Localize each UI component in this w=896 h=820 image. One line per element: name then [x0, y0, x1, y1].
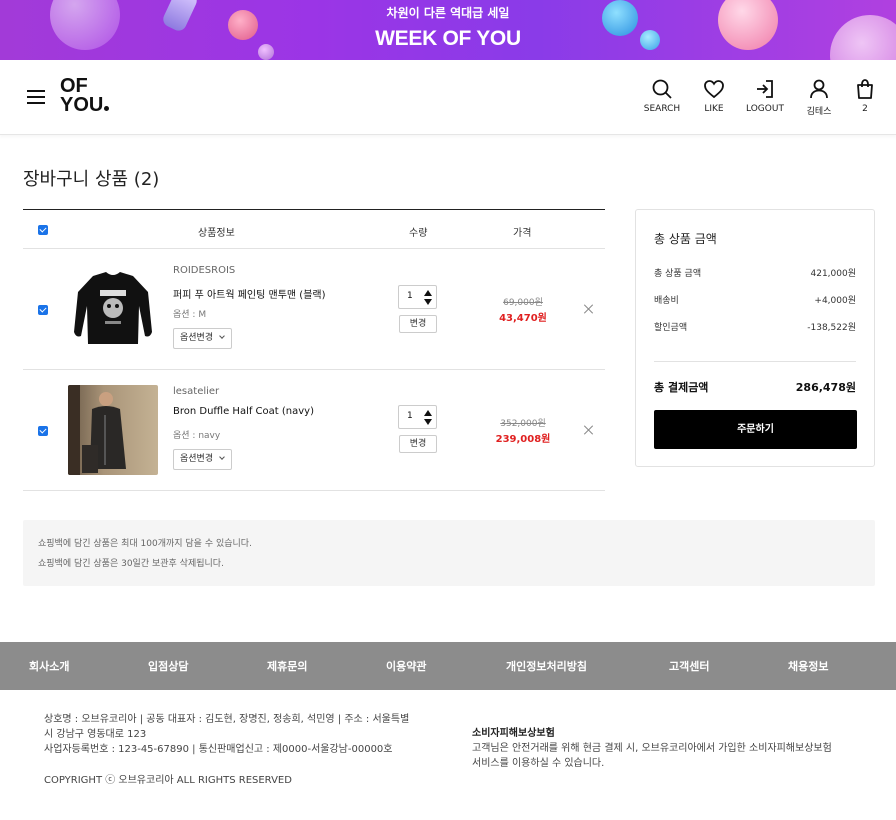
summary-row: 총 상품 금액 421,000원 — [654, 266, 856, 279]
company-info-line: 시 강남구 영동대로 123 — [44, 729, 147, 740]
menu-icon[interactable] — [27, 90, 45, 104]
summary-value: 421,000원 — [810, 269, 857, 279]
option-change-button[interactable]: 옵션변경 — [173, 449, 232, 470]
product-name[interactable]: Bron Duffle Half Coat (navy) — [173, 406, 314, 417]
sale-price: 239,008원 — [495, 434, 551, 445]
quantity-change-button[interactable]: 변경 — [399, 315, 437, 333]
cart-table-header: 상품정보 수량 가격 — [23, 210, 605, 249]
user-icon — [810, 79, 828, 99]
cart-count: 2 — [862, 104, 868, 114]
total-label: 총 결제금액 — [654, 381, 709, 394]
quantity-change-button[interactable]: 변경 — [399, 435, 437, 453]
total-value: 286,478원 — [795, 381, 856, 394]
product-brand: lesatelier — [173, 386, 220, 397]
remove-item-icon[interactable] — [584, 304, 594, 314]
item-checkbox[interactable] — [38, 426, 48, 436]
cart-item: lesatelier Bron Duffle Half Coat (navy) … — [23, 370, 605, 491]
footer-link-privacy[interactable]: 개인정보처리방침 — [506, 658, 587, 674]
notice-line: 쇼핑백에 담긴 상품은 30일간 보관후 삭제됩니다. — [38, 559, 224, 569]
column-qty: 수량 — [409, 228, 428, 239]
column-price: 가격 — [513, 228, 532, 239]
banner-title: WEEK OF YOU — [375, 27, 521, 50]
chevron-down-icon — [219, 454, 225, 460]
promo-banner[interactable]: 차원이 다른 역대급 세일 WEEK OF YOU — [0, 0, 896, 60]
footer-link-affiliate[interactable]: 제휴문의 — [267, 658, 307, 674]
order-summary: 총 상품 금액 총 상품 금액 421,000원 배송비 +4,000원 할인금… — [635, 209, 875, 467]
insurance-line: 서비스를 이용하실 수 있습니다. — [472, 758, 605, 769]
header-search[interactable]: SEARCH — [640, 78, 684, 114]
search-label: SEARCH — [643, 104, 681, 114]
quantity-stepper[interactable]: 1 — [398, 405, 437, 429]
product-image[interactable] — [68, 264, 158, 354]
product-option: 옵션 : M — [173, 310, 207, 320]
footer-link-support[interactable]: 고객센터 — [669, 658, 709, 674]
header-user[interactable]: 김테스 — [802, 78, 836, 117]
order-button[interactable]: 주문하기 — [654, 410, 857, 449]
summary-title: 총 상품 금액 — [654, 232, 717, 246]
increase-icon[interactable] — [424, 410, 432, 416]
copyright: COPYRIGHT ⓒ 오브유코리아 ALL RIGHTS RESERVED — [44, 775, 292, 786]
insurance-info: 소비자피해보상보험 고객님은 안전거래를 위해 현금 결제 시, 오브유코리아에… — [472, 726, 832, 771]
chevron-down-icon — [219, 333, 225, 339]
insurance-title: 소비자피해보상보험 — [472, 728, 555, 739]
header-cart[interactable]: 2 — [853, 78, 877, 114]
product-name[interactable]: 퍼피 푸 아트웍 페인팅 맨투맨 (블랙) — [173, 286, 326, 301]
quantity-stepper[interactable]: 1 — [398, 285, 437, 309]
original-price: 352,000원 — [500, 419, 546, 429]
summary-label: 할인금액 — [654, 323, 688, 333]
heart-icon — [704, 80, 724, 99]
notice-line: 쇼핑백에 담긴 상품은 최대 100개까지 담을 수 있습니다. — [38, 539, 252, 549]
product-brand: ROIDESROIS — [173, 265, 236, 276]
insurance-line: 고객님은 안전거래를 위해 현금 결제 시, 오브유코리아에서 가입한 소비자피… — [472, 743, 832, 754]
original-price: 69,000원 — [503, 298, 543, 308]
bag-icon — [857, 79, 873, 99]
like-label: LIKE — [704, 104, 724, 114]
summary-value: -138,522원 — [807, 323, 856, 333]
footer-link-company[interactable]: 회사소개 — [29, 658, 69, 674]
cart-item: ROIDESROIS 퍼피 푸 아트웍 페인팅 맨투맨 (블랙) 옵션 : M … — [23, 249, 605, 370]
option-change-label: 옵션변경 — [180, 333, 214, 343]
select-all-checkbox[interactable] — [38, 225, 48, 235]
logout-label: LOGOUT — [746, 104, 784, 114]
summary-label: 배송비 — [654, 296, 679, 306]
header-like[interactable]: LIKE — [698, 78, 730, 114]
search-icon — [652, 79, 672, 99]
option-change-label: 옵션변경 — [180, 454, 214, 464]
product-image[interactable] — [68, 385, 158, 475]
summary-total: 총 결제금액 286,478원 — [654, 379, 856, 395]
quantity-value: 1 — [407, 411, 413, 421]
item-checkbox[interactable] — [38, 305, 48, 315]
footer-nav: 회사소개 입점상담 제휴문의 이용약관 개인정보처리방침 고객센터 채용정보 — [0, 642, 896, 690]
decrease-icon[interactable] — [424, 419, 432, 425]
summary-value: +4,000원 — [814, 296, 856, 306]
summary-label: 총 상품 금액 — [654, 269, 702, 279]
banner-subtitle: 차원이 다른 역대급 세일 — [386, 6, 510, 20]
sale-price: 43,470원 — [499, 313, 547, 324]
cart-table: 상품정보 수량 가격 ROIDESROIS 퍼피 푸 아트웍 페인팅 맨투맨 (… — [23, 209, 605, 491]
user-label: 김테스 — [806, 107, 832, 117]
company-info: 상호명 : 오브유코리아 | 공동 대표자 : 김도현, 장명진, 정송희, 석… — [44, 712, 434, 757]
header-logout[interactable]: LOGOUT — [744, 78, 786, 114]
summary-row: 할인금액 -138,522원 — [654, 320, 856, 333]
page-title: 장바구니 상품 (2) — [23, 169, 160, 190]
remove-item-icon[interactable] — [584, 425, 594, 435]
column-info: 상품정보 — [198, 228, 235, 239]
footer-link-careers[interactable]: 채용정보 — [788, 658, 828, 674]
logout-icon — [757, 80, 773, 98]
site-header: OF YOU SEARCH LIKE LOGOUT 김테스 2 — [0, 60, 896, 135]
logo-line-2: YOU — [60, 94, 104, 116]
quantity-value: 1 — [407, 291, 413, 301]
product-option: 옵션 : navy — [173, 431, 221, 441]
cart-notice: 쇼핑백에 담긴 상품은 최대 100개까지 담을 수 있습니다. 쇼핑백에 담긴… — [23, 520, 875, 586]
decrease-icon[interactable] — [424, 299, 432, 305]
site-logo[interactable]: OF YOU — [60, 76, 110, 116]
footer-link-terms[interactable]: 이용약관 — [386, 658, 426, 674]
summary-divider — [654, 361, 856, 362]
increase-icon[interactable] — [424, 290, 432, 296]
footer-link-partner-inquiry[interactable]: 입점상담 — [148, 658, 188, 674]
company-info-line: 사업자등록번호 : 123-45-67890 | 통신판매업신고 : 제0000… — [44, 744, 393, 755]
company-info-line: 상호명 : 오브유코리아 | 공동 대표자 : 김도현, 장명진, 정송희, 석… — [44, 714, 410, 725]
option-change-button[interactable]: 옵션변경 — [173, 328, 232, 349]
summary-row: 배송비 +4,000원 — [654, 293, 856, 306]
